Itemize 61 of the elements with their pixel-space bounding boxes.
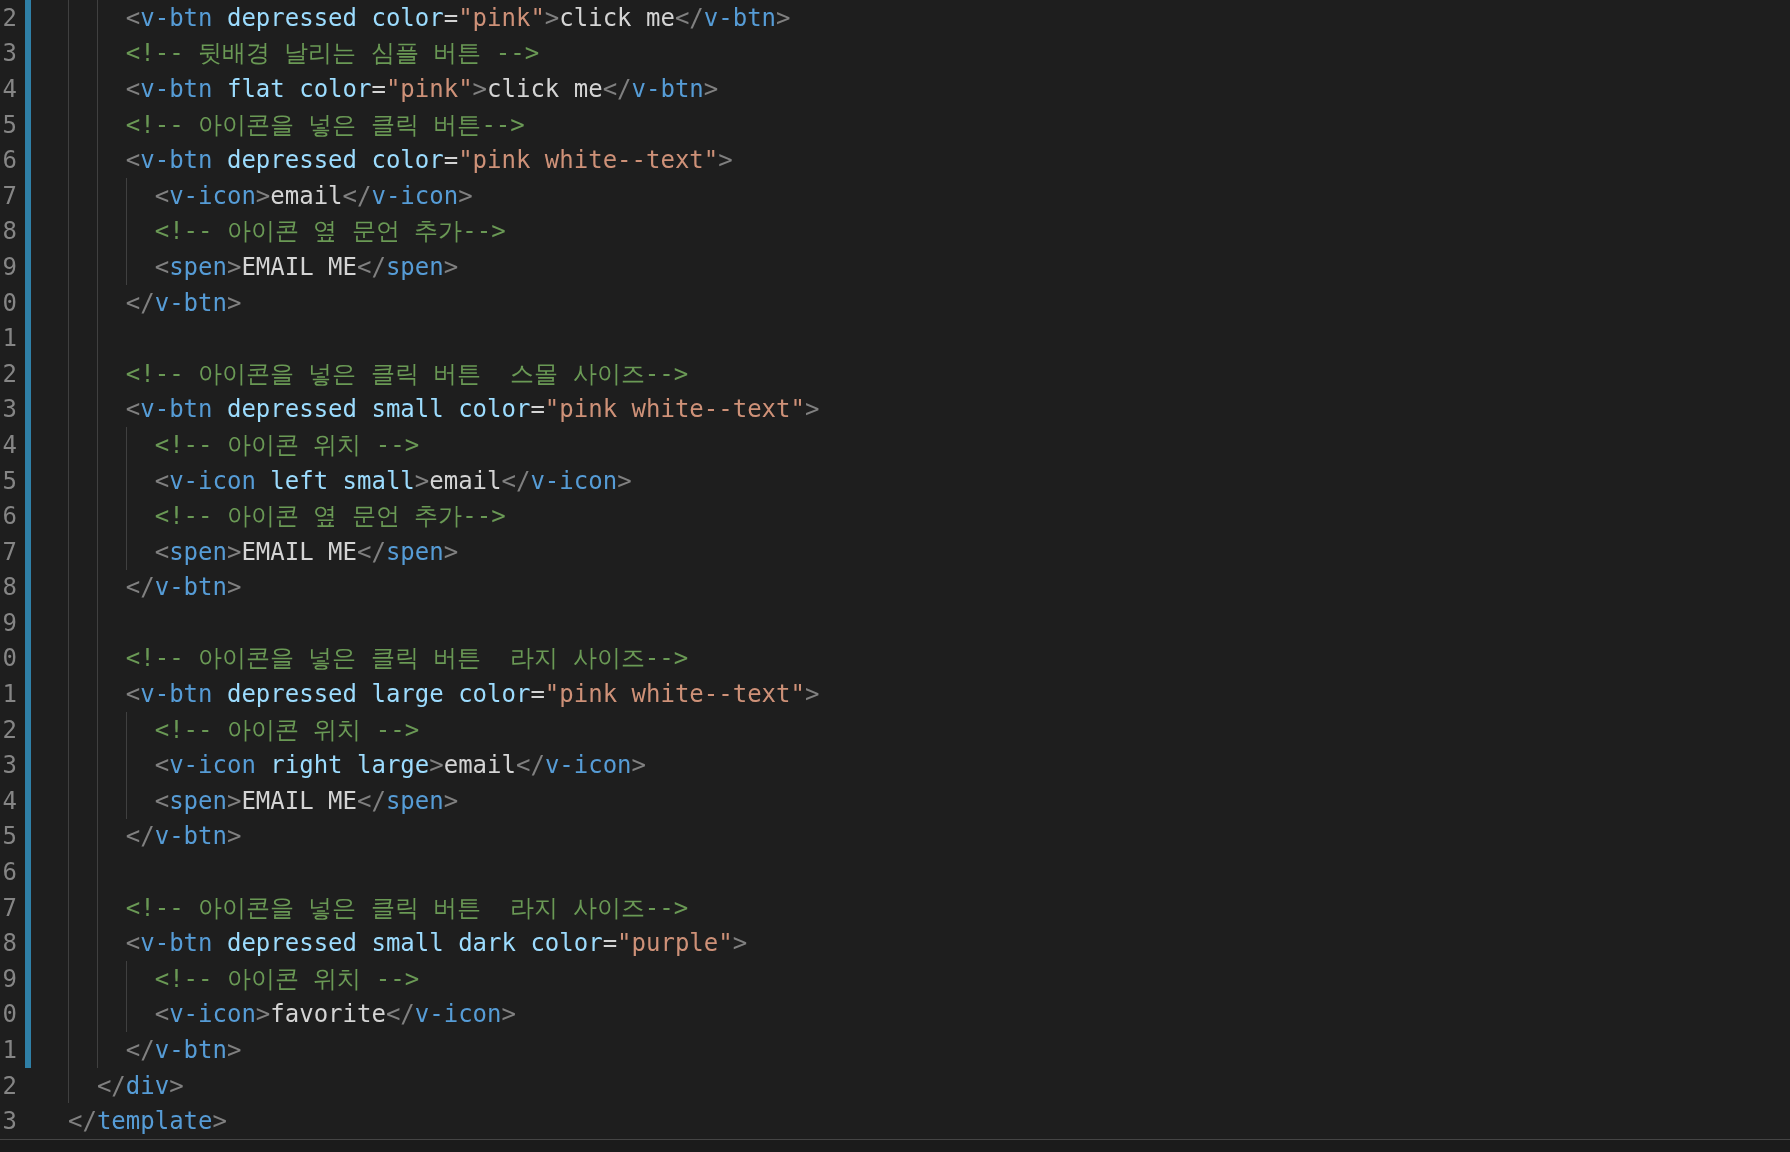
code-line: <spen>EMAIL ME</spen> xyxy=(153,254,459,279)
line-number: 1 xyxy=(2,682,17,707)
code-line: </v-btn> xyxy=(124,575,242,600)
code-line: <v-btn depressed color="pink">click me</v-btn> xyxy=(124,5,791,30)
line-number: 3 xyxy=(2,1109,17,1134)
code-line: <v-btn depressed large color="pink white--text"> xyxy=(124,682,820,707)
line-number: 7 xyxy=(2,539,17,564)
line-number: 5 xyxy=(2,112,17,137)
line-number: 3 xyxy=(2,41,17,66)
code-line: <v-btn depressed color="pink white--text"> xyxy=(124,148,733,173)
code-line: </div> xyxy=(95,1073,184,1098)
line-number: 1 xyxy=(2,1038,17,1062)
line-number: 2 xyxy=(2,1073,17,1098)
code-line: <v-icon right large>email</v-icon> xyxy=(153,753,647,778)
line-number: 6 xyxy=(2,860,17,885)
code-line: <!-- 아이콘 옆 문언 추가--> xyxy=(153,504,506,529)
code-line: <!-- 아이콘을 넣은 클릭 버튼 스몰 사이즈--> xyxy=(124,361,689,386)
code-line: <!-- 아이콘을 넣은 클릭 버튼 라지 사이즈--> xyxy=(124,895,689,920)
code-line: <!-- 뒷배경 날리는 심플 버튼 --> xyxy=(124,41,540,66)
line-number: 4 xyxy=(2,77,17,101)
code-line: <spen>EMAIL ME</spen> xyxy=(153,788,459,813)
code-line: <v-btn flat color="pink">click me</v-btn> xyxy=(124,77,719,101)
line-number: 7 xyxy=(2,895,17,920)
line-number: 8 xyxy=(2,575,17,600)
code-line: <v-icon left small>email</v-icon> xyxy=(153,468,632,493)
code-line: <!-- 아이콘을 넣은 클릭 버튼 라지 사이즈--> xyxy=(124,646,689,671)
code-line: </template> xyxy=(68,1109,227,1134)
line-number: 0 xyxy=(2,290,17,315)
line-number: 8 xyxy=(2,931,17,956)
code-line: </v-btn> xyxy=(124,290,242,315)
line-number: 6 xyxy=(2,504,17,529)
code-line: <!-- 아이콘 위치 --> xyxy=(153,717,420,742)
line-number: 9 xyxy=(2,610,17,635)
line-number: 5 xyxy=(2,824,17,849)
line-number: 8 xyxy=(2,219,17,244)
line-number: 0 xyxy=(2,1002,17,1027)
code-line: <!-- 아이콘 위치 --> xyxy=(153,966,420,991)
code-line: <v-btn depressed small dark color="purple"> xyxy=(124,931,748,956)
line-number: 2 xyxy=(2,5,17,30)
line-number: 6 xyxy=(2,148,17,173)
line-number: 5 xyxy=(2,468,17,493)
line-number: 0 xyxy=(2,646,17,671)
code-line: </v-btn> xyxy=(124,1038,242,1062)
line-number: 9 xyxy=(2,966,17,991)
line-number: 4 xyxy=(2,432,17,457)
code-line: <spen>EMAIL ME</spen> xyxy=(153,539,459,564)
line-number: 9 xyxy=(2,254,17,279)
line-number: 2 xyxy=(2,717,17,742)
code-line: </v-btn> xyxy=(124,824,242,849)
line-number: 1 xyxy=(2,326,17,351)
line-number: 2 xyxy=(2,361,17,386)
line-number: 3 xyxy=(2,397,17,422)
code-line: <v-icon>favorite</v-icon> xyxy=(153,1002,516,1027)
code-line: <v-btn depressed small color="pink white--text"> xyxy=(124,397,820,422)
code-line: <!-- 아이콘 위치 --> xyxy=(153,432,420,457)
line-number: 3 xyxy=(2,753,17,778)
code-line: <v-icon>email</v-icon> xyxy=(153,183,473,208)
line-number: 4 xyxy=(2,788,17,813)
line-number: 7 xyxy=(2,183,17,208)
code-line: <!-- 아이콘 옆 문언 추가--> xyxy=(153,219,506,244)
code-line: <!-- 아이콘을 넣은 클릭 버튼--> xyxy=(124,112,525,137)
